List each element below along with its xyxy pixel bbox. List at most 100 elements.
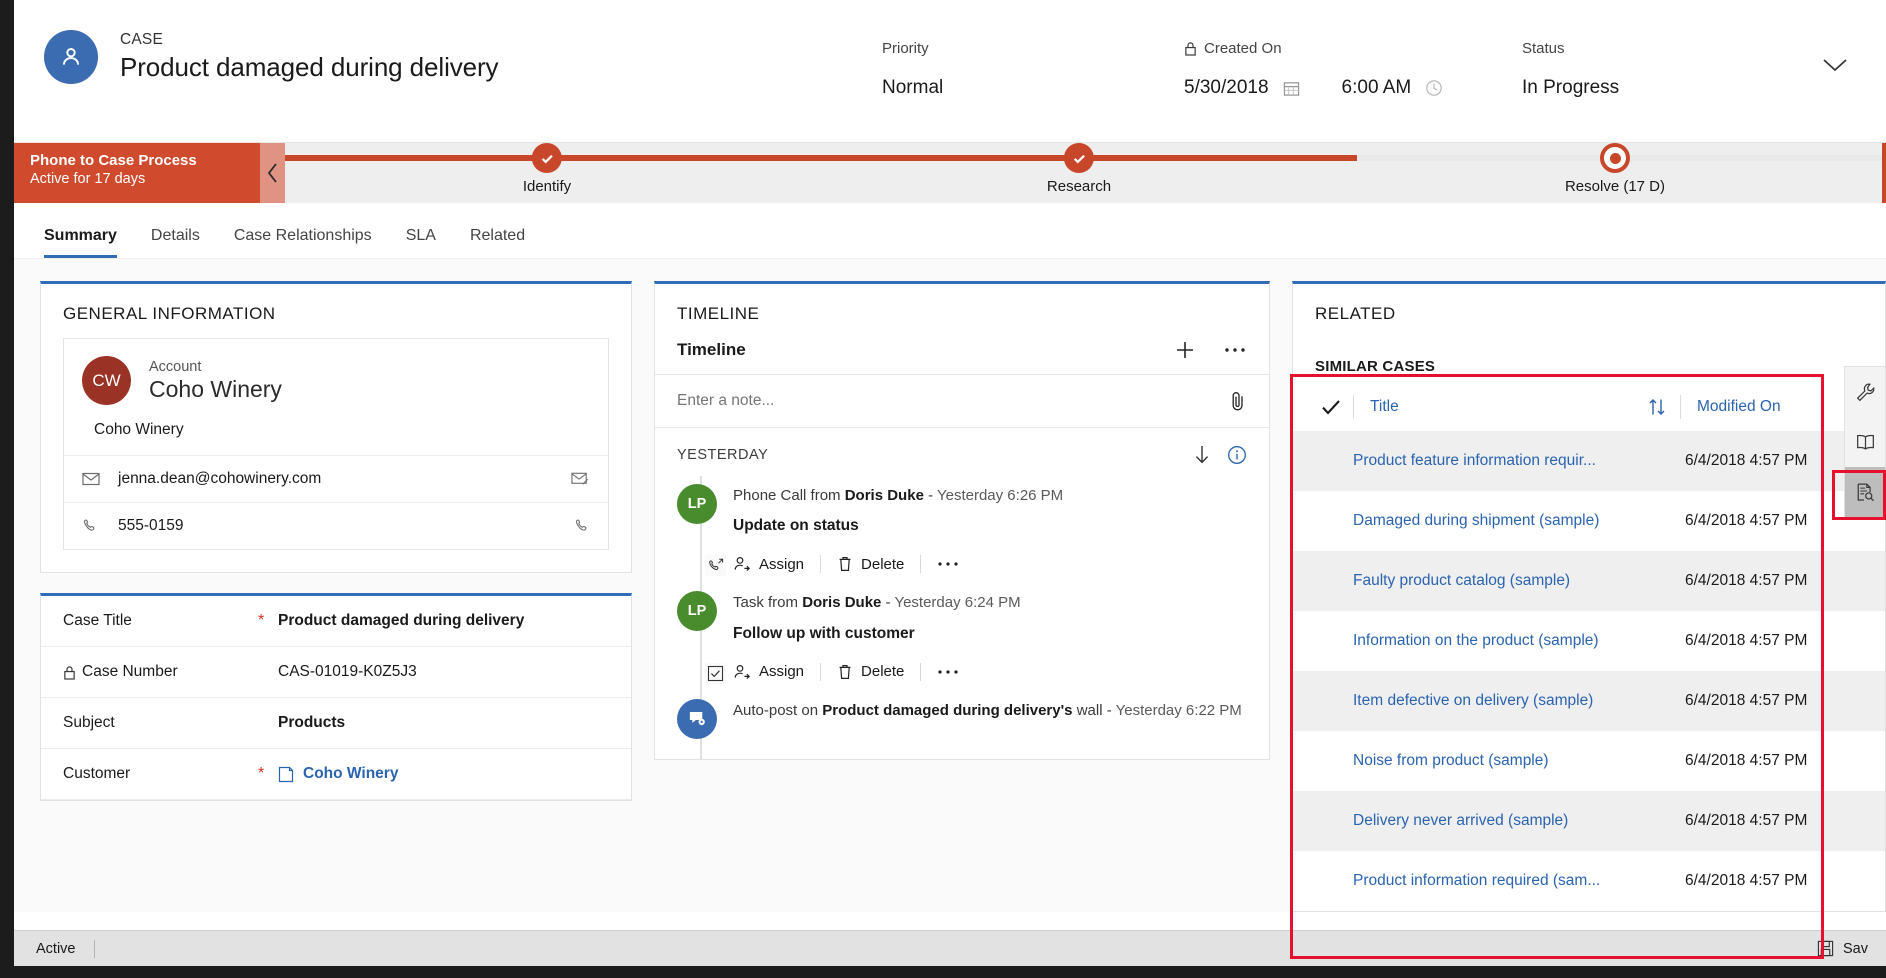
process-stage-research[interactable]: Research [1047, 143, 1111, 195]
delete-button[interactable]: Delete [837, 555, 920, 573]
person-icon [62, 48, 80, 65]
case-title-link[interactable]: Item defective on delivery (sample) [1293, 692, 1685, 710]
assign-button[interactable]: Assign [733, 663, 820, 681]
entry-more-button[interactable] [937, 560, 975, 568]
timeline-info-icon[interactable] [1227, 445, 1247, 465]
account-record-icon [278, 766, 294, 782]
table-row[interactable]: Noise from product (sample) 6/4/2018 4:5… [1293, 731, 1885, 791]
field-label: Case Number [63, 663, 258, 681]
field-case-title[interactable]: Case Title * Product damaged during deli… [41, 596, 631, 647]
process-name-block[interactable]: Phone to Case Process Active for 17 days [14, 143, 260, 203]
call-phone-icon[interactable] [574, 518, 590, 534]
account-email-row: jenna.dean@cohowinery.com [64, 455, 608, 502]
case-avatar [44, 30, 98, 84]
add-timeline-record-button[interactable] [1173, 338, 1197, 362]
case-modified-on: 6/4/2018 4:57 PM [1685, 752, 1808, 769]
similar-cases-title: SIMILAR CASES [1315, 358, 1436, 375]
similar-cases-header-row: Title Modified On [1293, 375, 1885, 431]
right-tool-rail [1844, 366, 1886, 518]
expand-header-button[interactable] [1820, 56, 1850, 74]
tab-related[interactable]: Related [470, 227, 525, 258]
timeline-day-group: YESTERDAY [655, 428, 1269, 476]
table-row[interactable]: Faulty product catalog (sample) 6/4/2018… [1293, 551, 1885, 611]
business-process-flow: Phone to Case Process Active for 17 days… [14, 143, 1886, 203]
tab-sla[interactable]: SLA [406, 227, 436, 258]
entry-summary: Update on status [733, 517, 859, 535]
case-title-link[interactable]: Delivery never arrived (sample) [1293, 812, 1685, 830]
timeline-entry-task[interactable]: LP Task from Doris Duke - Yesterday 6:24 [655, 583, 1269, 690]
assign-button[interactable]: Assign [733, 555, 820, 573]
account-email[interactable]: jenna.dean@cohowinery.com [118, 470, 557, 488]
save-status[interactable]: Sav [1817, 940, 1868, 957]
tab-case-relationships[interactable]: Case Relationships [234, 227, 372, 258]
header-field-status[interactable]: Status In Progress [1522, 40, 1619, 99]
stage-label: Research [1046, 178, 1112, 195]
process-right-edge [1882, 143, 1886, 203]
note-input[interactable] [677, 392, 1229, 410]
case-title-link[interactable]: Noise from product (sample) [1293, 752, 1685, 770]
case-title-link[interactable]: Information on the product (sample) [1293, 632, 1685, 650]
process-stage-resolve[interactable]: Resolve (17 D) [1565, 143, 1665, 195]
select-all-checkmark-icon[interactable] [1309, 398, 1353, 416]
field-subject[interactable]: Subject Products [41, 698, 631, 749]
info-icon [1228, 446, 1246, 464]
process-stage-identify[interactable]: Identify [523, 143, 571, 195]
table-row[interactable]: Item defective on delivery (sample) 6/4/… [1293, 671, 1885, 731]
sort-descending-icon[interactable] [1193, 444, 1211, 466]
entry-dash: wall - [1072, 701, 1116, 719]
field-value-link[interactable]: Coho Winery [278, 765, 398, 783]
timeline-more-commands-button[interactable] [1223, 346, 1247, 354]
case-title-link[interactable]: Faulty product catalog (sample) [1293, 572, 1685, 590]
account-name[interactable]: Coho Winery [149, 376, 282, 403]
tab-summary[interactable]: Summary [44, 227, 117, 258]
column-header-modified-on[interactable]: Modified On [1681, 398, 1869, 416]
attach-file-icon[interactable] [1229, 390, 1247, 412]
case-fields-card: Case Title * Product damaged during deli… [40, 593, 632, 801]
sort-toggle-icon[interactable] [1634, 397, 1680, 417]
stage-label: Resolve (17 D) [1564, 178, 1666, 195]
task-activity-icon [705, 662, 726, 684]
field-value: Products [278, 714, 346, 731]
tab-details[interactable]: Details [151, 227, 200, 258]
entry-avatar: LP [677, 484, 717, 524]
timeline-entry-auto-post[interactable]: Auto-post on Product damaged during deli… [655, 691, 1269, 749]
column-header-title[interactable]: Title [1354, 398, 1634, 416]
timeline-entry-phone-call[interactable]: LP Phone Call from Doris Duke - Yesterda… [655, 476, 1269, 583]
account-label: Account [149, 358, 202, 375]
arrow-down-icon [1195, 446, 1209, 464]
field-customer[interactable]: Customer * Coho Winery [41, 749, 631, 800]
header-field-priority[interactable]: Priority Normal [882, 40, 943, 99]
calendar-icon[interactable] [1283, 80, 1300, 97]
case-title-link[interactable]: Product information required (sam... [1293, 872, 1685, 890]
table-row[interactable]: Product information required (sam... 6/4… [1293, 851, 1885, 911]
status-label: Status [1522, 40, 1565, 57]
entry-more-button[interactable] [937, 668, 975, 676]
clock-icon[interactable] [1425, 79, 1443, 97]
trash-icon [839, 664, 851, 679]
table-row[interactable]: Damaged during shipment (sample) 6/4/201… [1293, 491, 1885, 551]
table-row[interactable]: Delivery never arrived (sample) 6/4/2018… [1293, 791, 1885, 851]
stage-complete-marker [532, 143, 562, 173]
entry-time: Yesterday 6:24 PM [894, 594, 1021, 612]
rail-button-book[interactable] [1845, 417, 1885, 467]
rail-button-similar-cases[interactable] [1845, 467, 1885, 517]
entry-header: Phone Call from Doris Duke - Yesterday 6… [733, 485, 1247, 506]
delete-button[interactable]: Delete [837, 663, 920, 681]
header-field-created-on: Created On 5/30/2018 6:00 AM [1184, 40, 1443, 99]
case-title-link[interactable]: Product feature information requir... [1293, 452, 1685, 470]
table-row[interactable]: Product feature information requir... 6/… [1293, 431, 1885, 491]
process-collapse-button[interactable] [260, 143, 285, 203]
form-tabs: Summary Details Case Relationships SLA R… [14, 203, 1886, 259]
entry-avatar [677, 698, 717, 739]
phone-icon [82, 518, 104, 534]
timeline-title: Timeline [677, 340, 746, 359]
account-avatar: CW [82, 356, 131, 405]
rail-button-wrench[interactable] [1845, 367, 1885, 417]
case-modified-on: 6/4/2018 4:57 PM [1685, 692, 1808, 709]
account-phone[interactable]: 555-0159 [118, 517, 560, 535]
book-icon [1856, 434, 1874, 450]
general-information-column: GENERAL INFORMATION CW Account Coho Wine… [40, 281, 632, 912]
send-email-icon[interactable] [571, 471, 590, 487]
table-row[interactable]: Information on the product (sample) 6/4/… [1293, 611, 1885, 671]
case-title-link[interactable]: Damaged during shipment (sample) [1293, 512, 1685, 530]
